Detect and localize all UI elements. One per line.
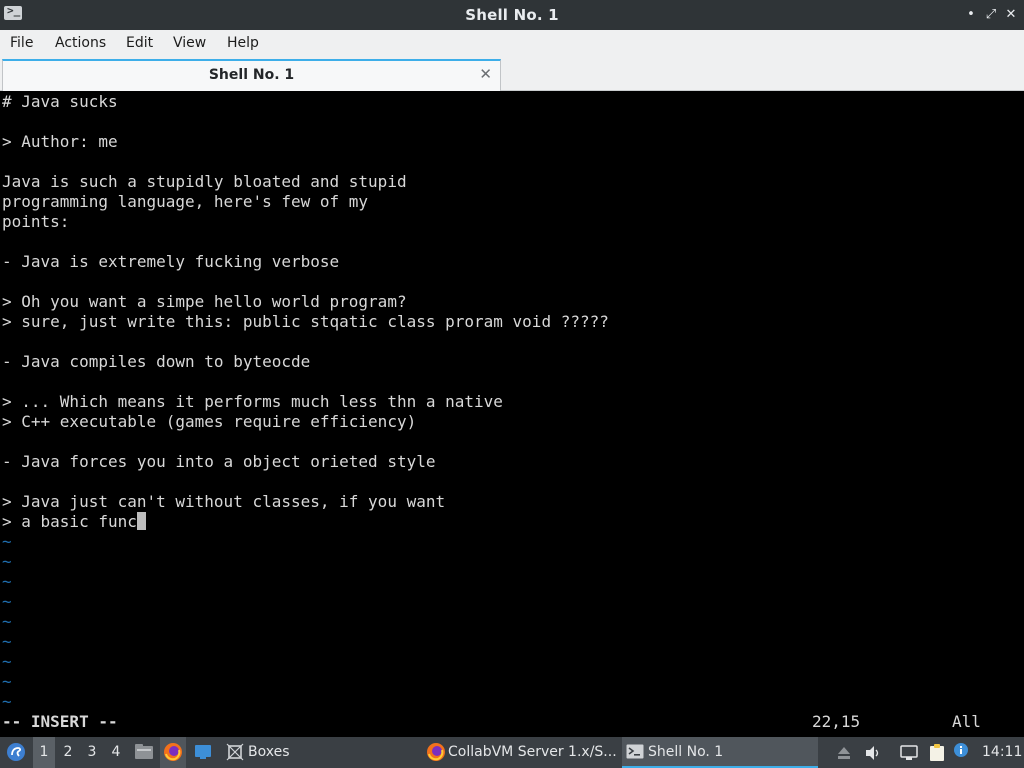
info-icon bbox=[954, 743, 968, 757]
desktop-2-button[interactable]: 2 bbox=[57, 737, 79, 768]
clock[interactable]: 14:11 bbox=[982, 737, 1022, 768]
tab-close-icon[interactable]: ✕ bbox=[479, 65, 492, 83]
desktop-3-button[interactable]: 3 bbox=[81, 737, 103, 768]
desktop-icon bbox=[195, 745, 211, 759]
terminal-line-current: > a basic func bbox=[2, 512, 146, 532]
terminal-line: programming language, here's few of my bbox=[2, 192, 369, 211]
terminal-line: - Java forces you into a object orieted … bbox=[2, 452, 436, 471]
empty-line-marker: ~ bbox=[2, 592, 12, 611]
empty-line-marker: ~ bbox=[2, 632, 12, 651]
network-button[interactable] bbox=[898, 737, 920, 768]
terminal-line: > C++ executable (games require efficien… bbox=[2, 412, 417, 431]
terminal-line: - Java is extremely fucking verbose bbox=[2, 252, 340, 271]
file-manager-launcher[interactable] bbox=[132, 737, 156, 768]
task-label: Shell No. 1 bbox=[648, 744, 724, 760]
network-icon bbox=[900, 745, 918, 760]
volume-button[interactable] bbox=[862, 737, 884, 768]
file-manager-icon bbox=[135, 744, 153, 759]
empty-line-marker: ~ bbox=[2, 652, 12, 671]
updates-button[interactable] bbox=[952, 737, 970, 768]
tab-bar: Shell No. 1 ✕ bbox=[0, 57, 1024, 91]
eject-icon bbox=[838, 747, 850, 759]
current-line-text: > a basic func bbox=[2, 512, 137, 531]
text-cursor bbox=[136, 512, 146, 530]
menu-file[interactable]: File bbox=[10, 35, 33, 51]
terminal-line: > Author: me bbox=[2, 132, 118, 151]
empty-line-marker: ~ bbox=[2, 692, 12, 711]
terminal-line: - Java compiles down to byteocde bbox=[2, 352, 311, 371]
menu-actions[interactable]: Actions bbox=[55, 35, 106, 51]
cursor-position: 22,15 bbox=[812, 712, 861, 731]
terminal-line: # Java sucks bbox=[2, 92, 118, 111]
terminal-line: > ... Which means it performs much less … bbox=[2, 392, 503, 411]
terminal-icon bbox=[626, 744, 644, 759]
eject-button[interactable] bbox=[834, 737, 854, 768]
start-menu-icon bbox=[7, 743, 25, 761]
terminal-line: points: bbox=[2, 212, 70, 231]
scroll-status: All bbox=[952, 712, 981, 731]
terminal-line: > sure, just write this: public stqatic … bbox=[2, 312, 609, 331]
boxes-icon bbox=[226, 743, 244, 761]
firefox-icon bbox=[164, 743, 182, 761]
task-collabvm-browser[interactable]: CollabVM Server 1.x/S... bbox=[422, 737, 646, 768]
task-shell[interactable]: Shell No. 1 bbox=[622, 737, 818, 768]
empty-line-marker: ~ bbox=[2, 572, 12, 591]
application-menu-button[interactable] bbox=[4, 737, 28, 768]
terminal-view[interactable]: # Java sucks > Author: me Java is such a… bbox=[0, 91, 1024, 734]
empty-line-marker: ~ bbox=[2, 672, 12, 691]
task-boxes[interactable]: Boxes bbox=[222, 737, 438, 768]
tab-shell[interactable]: Shell No. 1 ✕ bbox=[2, 59, 501, 91]
task-label: CollabVM Server 1.x/S... bbox=[448, 744, 617, 760]
firefox-launcher[interactable] bbox=[160, 737, 186, 768]
menu-view[interactable]: View bbox=[173, 35, 206, 51]
empty-line-marker: ~ bbox=[2, 552, 12, 571]
empty-line-marker: ~ bbox=[2, 532, 12, 551]
taskbar: 1 2 3 4 Boxes CollabVM Server 1.x/S... S… bbox=[0, 737, 1024, 768]
window-title: Shell No. 1 bbox=[465, 6, 559, 24]
terminal-line: > Java just can't without classes, if yo… bbox=[2, 492, 446, 511]
menu-edit[interactable]: Edit bbox=[126, 35, 153, 51]
terminal-line: > Oh you want a simpe hello world progra… bbox=[2, 292, 407, 311]
maximize-button[interactable]: ⤢ bbox=[982, 6, 1000, 24]
empty-line-marker: ~ bbox=[2, 612, 12, 631]
close-button[interactable]: ✕ bbox=[1002, 6, 1020, 24]
clipboard-button[interactable] bbox=[926, 737, 948, 768]
desktop-4-button[interactable]: 4 bbox=[105, 737, 127, 768]
tab-label: Shell No. 1 bbox=[208, 67, 295, 83]
minimize-button[interactable]: • bbox=[962, 6, 980, 24]
vim-mode-indicator: -- INSERT -- bbox=[2, 712, 118, 731]
window-titlebar: >_ Shell No. 1 • ⤢ ✕ bbox=[0, 0, 1024, 30]
task-label: Boxes bbox=[248, 744, 290, 760]
firefox-icon bbox=[427, 743, 445, 761]
menu-help[interactable]: Help bbox=[227, 35, 259, 51]
terminal-line: Java is such a stupidly bloated and stup… bbox=[2, 172, 407, 191]
menu-bar: File Actions Edit View Help bbox=[0, 30, 1024, 58]
show-desktop-button[interactable] bbox=[191, 737, 215, 768]
desktop-1-button[interactable]: 1 bbox=[33, 737, 55, 768]
speaker-icon bbox=[866, 746, 879, 760]
clipboard-icon bbox=[930, 744, 944, 761]
